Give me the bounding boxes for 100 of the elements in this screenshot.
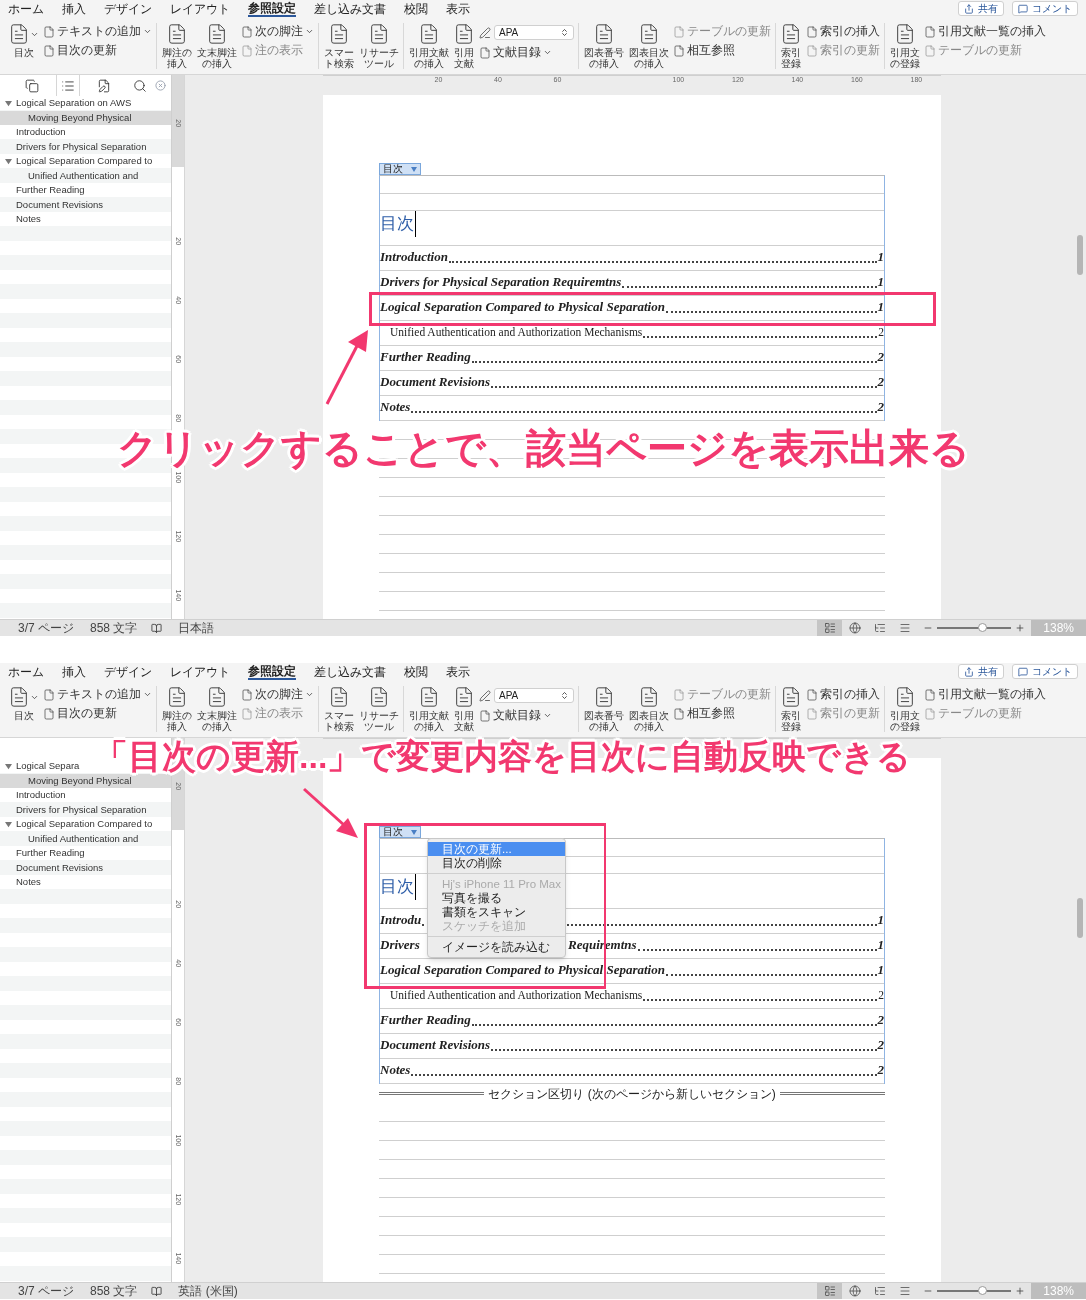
share-button[interactable]: 共有 xyxy=(958,664,1004,679)
ribbon-button[interactable]: 相互参照 xyxy=(673,44,771,57)
ribbon-button[interactable]: 引用文献 xyxy=(453,23,475,69)
ribbon-button[interactable]: 引用文の登録 xyxy=(889,23,920,69)
ribbon-button[interactable]: 索引登録 xyxy=(780,23,802,69)
menu-tab[interactable]: 差し込み文書 xyxy=(314,0,386,17)
outline-item[interactable]: Moving Beyond Physical xyxy=(0,110,171,125)
close-icon[interactable] xyxy=(155,80,166,91)
toc-entry[interactable]: Introdu xyxy=(380,909,422,929)
ribbon-button[interactable]: 文末脚注の挿入 xyxy=(196,23,237,69)
toc-entry[interactable]: Drivers for Physical Separation Requiremtns xyxy=(380,271,622,291)
ribbon-button[interactable]: 引用文献一覧の挿入 xyxy=(924,688,1046,701)
toc-entry[interactable]: Notes xyxy=(380,1059,411,1079)
menu-item[interactable]: 目次の削除 xyxy=(428,856,565,870)
menu-tab[interactable]: 挿入 xyxy=(62,0,86,17)
toc-entry[interactable]: Unified Authentication and Authorization Mechanisms xyxy=(390,986,643,1004)
toc-entry[interactable]: Further Reading xyxy=(380,346,471,366)
toc-tag[interactable]: 目次 xyxy=(379,826,421,838)
outline-item[interactable]: Document Revisions xyxy=(0,197,106,212)
ribbon-button[interactable]: 目次 xyxy=(8,686,39,732)
outline-item[interactable]: Drivers for Physical Separation xyxy=(0,802,149,817)
menu-tab[interactable]: 校閲 xyxy=(404,663,428,680)
ribbon-button[interactable]: 図表番号の挿入 xyxy=(583,686,624,732)
ribbon-button[interactable]: テキストの追加 xyxy=(43,25,152,38)
menu-tab[interactable]: 挿入 xyxy=(62,663,86,680)
ribbon-button[interactable]: 文献目録 xyxy=(479,709,574,722)
book-icon[interactable] xyxy=(151,622,163,634)
view-button[interactable] xyxy=(817,1283,843,1299)
outline-item[interactable]: Notes xyxy=(0,212,43,227)
ribbon-button[interactable]: 次の脚注 xyxy=(241,688,314,701)
outline-item[interactable]: Introduction xyxy=(0,125,68,140)
ribbon-button[interactable]: スマート検索 xyxy=(323,23,354,69)
ribbon-button[interactable]: 図表番号の挿入 xyxy=(583,23,624,69)
toc-entry[interactable]: Logical Separation Compared to Physical Separation xyxy=(380,959,665,979)
toc-entry[interactable]: Notes xyxy=(380,396,411,416)
ribbon-button[interactable]: 引用文献の挿入 xyxy=(408,686,449,732)
toc-entry[interactable]: Introduction xyxy=(380,246,448,266)
scroll-thumb[interactable] xyxy=(1077,898,1083,938)
menu-tab[interactable]: デザイン xyxy=(104,663,152,680)
ribbon-button[interactable]: スマート検索 xyxy=(323,686,354,732)
comment-button[interactable]: コメント xyxy=(1012,1,1078,16)
style-dropdown[interactable]: APA xyxy=(494,688,574,703)
menu-item[interactable]: 写真を撮る xyxy=(428,891,565,905)
outline-item[interactable]: Further Reading xyxy=(0,846,87,861)
menu-tab[interactable]: ホーム xyxy=(8,0,44,17)
ribbon-button[interactable]: 文献目録 xyxy=(479,46,574,59)
ribbon-button[interactable]: 図表目次の挿入 xyxy=(628,23,669,69)
toc-entry[interactable]: Unified Authentication and Authorization Mechanisms xyxy=(390,323,643,341)
zoom-in-icon[interactable] xyxy=(1015,623,1026,633)
outline-item[interactable]: Introduction xyxy=(0,788,68,803)
outline-item[interactable]: Further Reading xyxy=(0,183,87,198)
toc-entry[interactable]: Document Revisions xyxy=(380,371,491,391)
ribbon-button[interactable]: 脚注の挿入 xyxy=(161,23,192,69)
expanded-triangle-icon[interactable] xyxy=(5,821,12,828)
ribbon-button[interactable]: 引用文献 xyxy=(453,686,475,732)
toc-entry[interactable]: Further Reading xyxy=(380,1009,471,1029)
zoom-in-icon[interactable] xyxy=(1015,1286,1026,1296)
ribbon-button[interactable]: 相互参照 xyxy=(673,707,771,720)
ribbon-button[interactable]: 索引の挿入 xyxy=(806,688,880,701)
menu-tab[interactable]: ホーム xyxy=(8,663,44,680)
ribbon-button[interactable]: テキストの追加 xyxy=(43,688,152,701)
menu-tab[interactable]: レイアウト xyxy=(170,663,230,680)
outline-item[interactable]: Logical Separation Compared to xyxy=(0,154,155,169)
menu-tab[interactable]: 差し込み文書 xyxy=(314,663,386,680)
menu-tab[interactable]: 校閲 xyxy=(404,0,428,17)
outline-item[interactable]: Unified Authentication and xyxy=(0,831,141,846)
ribbon-button[interactable]: 次の脚注 xyxy=(241,25,314,38)
outline-item[interactable]: Logical Separation on AWS xyxy=(0,96,134,111)
outline-item[interactable]: Notes xyxy=(0,875,43,890)
ribbon-button[interactable]: リサーチツール xyxy=(358,23,399,69)
share-button[interactable]: 共有 xyxy=(958,1,1004,16)
outline-item[interactable]: Drivers for Physical Separation xyxy=(0,139,149,154)
style-dropdown[interactable]: APA xyxy=(494,25,574,40)
ribbon-button[interactable]: 引用文献の挿入 xyxy=(408,23,449,69)
outline-item[interactable]: Logical Separation Compared to xyxy=(0,817,155,832)
ribbon-button[interactable]: 文末脚注の挿入 xyxy=(196,686,237,732)
toc-tag[interactable]: 目次 xyxy=(379,163,421,175)
menu-item[interactable]: イメージを読み込む xyxy=(428,940,565,954)
menu-item[interactable]: 書類をスキャン xyxy=(428,905,565,919)
sidebar-tab[interactable] xyxy=(55,75,80,96)
scroll-thumb[interactable] xyxy=(1077,235,1083,275)
toc-entry[interactable]: Drivers xyxy=(380,936,420,952)
ribbon-button[interactable]: 目次の更新 xyxy=(43,707,152,720)
ribbon-button[interactable]: 脚注の挿入 xyxy=(161,686,192,732)
outline-item[interactable]: Unified Authentication and xyxy=(0,168,141,183)
comment-button[interactable]: コメント xyxy=(1012,664,1078,679)
toc-entry[interactable]: Logical Separation Compared to Physical Separation xyxy=(380,296,665,316)
view-button[interactable] xyxy=(817,620,843,636)
zoom-thumb[interactable] xyxy=(977,1286,987,1295)
menu-tab[interactable]: レイアウト xyxy=(170,0,230,17)
ribbon-button[interactable]: 引用文の登録 xyxy=(889,686,920,732)
book-icon[interactable] xyxy=(151,1285,163,1297)
outline-item[interactable]: Document Revisions xyxy=(0,860,106,875)
expanded-triangle-icon[interactable] xyxy=(5,100,12,107)
expanded-triangle-icon[interactable] xyxy=(5,158,12,165)
outline-item[interactable]: Logical Separa xyxy=(0,759,82,774)
ribbon-button[interactable]: 図表目次の挿入 xyxy=(628,686,669,732)
ribbon-button[interactable]: 目次 xyxy=(8,23,39,69)
expanded-triangle-icon[interactable] xyxy=(5,763,12,770)
ribbon-button[interactable]: 引用文献一覧の挿入 xyxy=(924,25,1046,38)
